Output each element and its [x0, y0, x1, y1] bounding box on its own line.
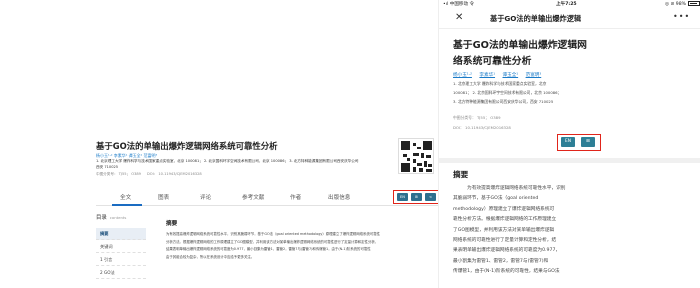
article-meta: 中图分类号： TJ55； O389 DOI： 10.11943/CJEM20163… — [96, 172, 202, 177]
affiliations-continued: 西安 710025 — [96, 165, 119, 169]
author-link[interactable]: 范富明³ — [526, 73, 542, 78]
tab-comments[interactable]: 评论 — [200, 193, 211, 201]
status-bar: •ıl 中国移动 令 上午7:25 ◎ ⊘ 98% — [439, 0, 700, 8]
tab-publication-info[interactable]: 出版信息 — [328, 193, 350, 201]
tab-references[interactable]: 参考文献 — [242, 193, 264, 201]
toc-item-abstract[interactable]: 摘要 — [96, 228, 146, 240]
classification-number: 中图分类号： TJ55； O389 — [96, 172, 141, 176]
active-tab-indicator — [112, 204, 142, 206]
battery-indicator: ◎ ⊘ 98% — [665, 1, 700, 7]
classification-number: 中图分类号： TJ55； O389 — [453, 115, 501, 120]
share-icon[interactable]: < — [425, 193, 436, 201]
abstract-heading: 摘要 — [166, 221, 178, 227]
author-link[interactable]: 杨小玉¹·² — [453, 73, 472, 78]
english-button[interactable]: EN — [561, 137, 575, 147]
section-divider — [439, 158, 700, 163]
affiliation-line: 100081； 2. 北京国科环宇空间技术有限公司，北京 100086； — [453, 90, 562, 95]
layout-toggle-icon[interactable]: ⊞ — [581, 137, 595, 147]
article-title: 基于GO法的单输出爆炸逻辑网络系统可靠性分析 — [96, 141, 278, 151]
desktop-article-view: 基于GO法的单输出爆炸逻辑网络系统可靠性分析 杨小玉¹·² 李素华¹ 谭玉全¹ … — [0, 0, 438, 288]
tab-authors[interactable]: 作者 — [290, 193, 301, 201]
toc-item-introduction[interactable]: 1 引言 — [96, 254, 146, 266]
author-list: 杨小玉¹·² 李素华¹ 谭玉全¹ 范富明³ — [453, 72, 547, 78]
abstract-text: 为有效提高爆炸逻辑网络系统可靠性水平，识别其脆弱环节，基于GO法（goal or… — [166, 232, 381, 259]
abstract-text: 为有效提高爆炸逻辑网络系统可靠性水平，识别 其脆弱环节，基于GO法（goal o… — [453, 186, 566, 275]
toc-item-go-method[interactable]: 2 GO法 — [96, 267, 146, 279]
article-title-line-2: 络系统可靠性分析 — [453, 56, 532, 67]
mobile-article-view: •ıl 中国移动 令 上午7:25 ◎ ⊘ 98% ✕ 基于GO法的单输出爆炸逻… — [438, 0, 700, 288]
affiliations: 1. 北京理工大学 爆炸科学与技术国家重点实验室，北京 100081； 2. 北… — [96, 159, 359, 163]
nav-title: 基于GO法的单输出爆炸逻辑 — [490, 14, 582, 23]
tab-figures[interactable]: 图表 — [158, 193, 169, 201]
more-options-icon[interactable]: ••• — [673, 12, 690, 21]
toc-heading: 目录 contents — [96, 215, 127, 221]
doi[interactable]: DOI： 10.11943/CJEM2016328 — [453, 125, 511, 131]
affiliation-line: 3. 北方特种能源集团有限公司西安庆华公司，西安 710025 — [453, 99, 554, 104]
carrier-signal: •ıl 中国移动 令 — [443, 2, 475, 7]
author-link[interactable]: 谭玉全¹ — [503, 73, 519, 78]
mobile-nav-bar: ✕ 基于GO法的单输出爆炸逻辑 ••• — [439, 9, 700, 29]
status-time: 上午7:25 — [556, 2, 577, 7]
close-icon[interactable]: ✕ — [455, 12, 463, 23]
article-title-line-1: 基于GO法的单输出爆炸逻辑网 — [453, 40, 587, 51]
tab-fulltext[interactable]: 全文 — [120, 193, 131, 201]
qr-code-icon — [398, 138, 434, 174]
screenshot-root: 基于GO法的单输出爆炸逻辑网络系统可靠性分析 杨小玉¹·² 李素华¹ 谭玉全¹ … — [0, 0, 700, 288]
layout-toggle-icon[interactable]: ⊞ — [411, 193, 422, 201]
author-link[interactable]: 李素华¹ — [479, 73, 495, 78]
doi[interactable]: DOI： 10.11943/CJEM2016328 — [147, 172, 202, 176]
battery-icon — [688, 1, 700, 6]
article-tabs: 全文 图表 评论 参考文献 作者 出版信息 — [96, 188, 438, 206]
abstract-heading: 摘要 — [453, 170, 469, 179]
english-button[interactable]: EN — [397, 193, 408, 201]
affiliation-line: 1. 北京理工大学 爆炸科学与技术国家重点实验室，北京 — [453, 81, 547, 86]
toc-item-keywords[interactable]: 关键词 — [96, 241, 146, 253]
